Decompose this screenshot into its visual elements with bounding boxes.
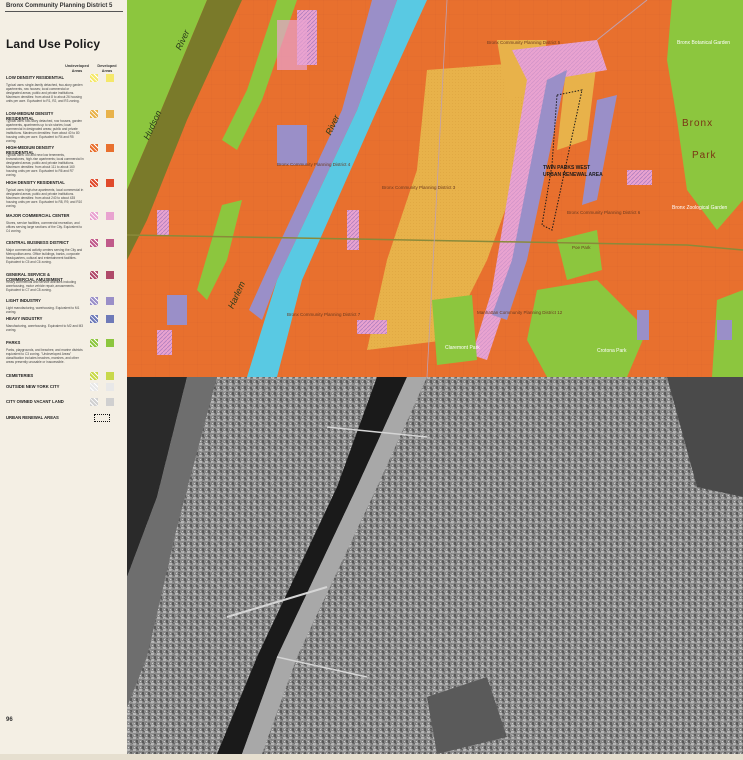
aerial-svg bbox=[127, 377, 743, 754]
legend-swatch-developed bbox=[106, 315, 114, 323]
legend-title: Land Use Policy bbox=[6, 37, 101, 51]
page-number: 96 bbox=[6, 717, 13, 723]
label-crotona: Crotona Park bbox=[597, 348, 627, 354]
legend-swatch-developed bbox=[106, 383, 114, 391]
label-poe-park: Poe Park bbox=[572, 245, 591, 250]
legend-item-desc: Typical uses: single-family detached, tw… bbox=[6, 83, 83, 103]
legend-swatch-urban-renewal bbox=[94, 414, 110, 422]
legend-swatch-undeveloped bbox=[90, 398, 98, 406]
district-heading: Bronx Community Planning District 5 bbox=[6, 3, 113, 9]
label-zoological: Bronx Zoological Garden bbox=[672, 205, 728, 211]
legend-swatch-developed bbox=[106, 212, 114, 220]
label-twin-parks: TWIN PARKS WEST bbox=[543, 165, 591, 171]
legend-swatch-developed bbox=[106, 110, 114, 118]
legend-swatch-undeveloped bbox=[90, 297, 98, 305]
heading-rule bbox=[5, 11, 123, 12]
label-district-b: Bronx Community Planning District 7 bbox=[287, 312, 361, 317]
legend-item-name: PARKS bbox=[6, 340, 21, 345]
label-district-a: Bronx Community Planning District 5 bbox=[487, 40, 561, 45]
col-head-undeveloped: Undeveloped Areas bbox=[65, 64, 89, 73]
legend-swatch-undeveloped bbox=[90, 315, 98, 323]
legend-item-desc: Parks, playgrounds, and beaches; and mar… bbox=[6, 348, 83, 364]
legend-swatch-undeveloped bbox=[90, 74, 98, 82]
label-district-e: Bronx Community Planning District 3 bbox=[382, 185, 456, 190]
page-bottom-edge bbox=[0, 754, 743, 760]
legend-item-desc: Manufacturing, warehousing. Equivalent t… bbox=[6, 324, 84, 332]
legend-swatch-developed bbox=[106, 271, 114, 279]
legend-swatch-undeveloped bbox=[90, 372, 98, 380]
legend-item-name: CENTRAL BUSINESS DISTRICT bbox=[6, 240, 69, 245]
label-district-c: Bronx Community Planning District 4 bbox=[277, 162, 351, 167]
label-district-d: Bronx Community Planning District 6 bbox=[567, 210, 641, 215]
label-park-big: Park bbox=[692, 150, 717, 161]
col-head-developed: Developed Areas bbox=[97, 64, 117, 73]
legend-swatch-undeveloped bbox=[90, 179, 98, 187]
legend-item-desc: Heavy commercial and service activities … bbox=[6, 280, 76, 292]
legend-swatch-undeveloped bbox=[90, 271, 98, 279]
legend-item-name: LOW DENSITY RESIDENTIAL bbox=[6, 75, 65, 80]
legend-item-name: LIGHT INDUSTRY bbox=[6, 298, 41, 303]
legend-swatch-undeveloped bbox=[90, 212, 98, 220]
legend-swatch-developed bbox=[106, 179, 114, 187]
claremont-park bbox=[432, 295, 477, 365]
legend-swatch-undeveloped bbox=[90, 383, 98, 391]
legend-swatch-undeveloped bbox=[90, 239, 98, 247]
legend-swatch-undeveloped bbox=[90, 339, 98, 347]
legend-item-name: HEAVY INDUSTRY bbox=[6, 316, 43, 321]
legend-item-name: MAJOR COMMERCIAL CENTER bbox=[6, 213, 70, 218]
legend-item-name: OUTSIDE NEW YORK CITY bbox=[6, 384, 60, 389]
legend-item-name: URBAN RENEWAL AREAS bbox=[6, 415, 59, 420]
legend-item-name: CITY OWNED VACANT LAND bbox=[6, 399, 64, 404]
legend-swatch-undeveloped bbox=[90, 144, 98, 152]
atlas-page: Bronx Community Planning District 5 Land… bbox=[0, 0, 743, 760]
label-botanical: Bronx Botanical Garden bbox=[677, 40, 731, 46]
label-claremont: Claremont Park bbox=[445, 345, 480, 351]
legend-swatch-developed bbox=[106, 297, 114, 305]
legend-swatch-developed bbox=[106, 144, 114, 152]
land-use-map: River Hudson Harlem River Bronx Park Bro… bbox=[127, 0, 743, 377]
legend-swatch-developed bbox=[106, 398, 114, 406]
legend-item-desc: Typical uses: two-story detached, row ho… bbox=[6, 119, 83, 143]
legend-item-desc: Light manufacturing, warehousing. Equiva… bbox=[6, 306, 80, 314]
legend-swatch-developed bbox=[106, 239, 114, 247]
aerial-photograph bbox=[127, 377, 743, 754]
legend-item-name: HIGH DENSITY RESIDENTIAL bbox=[6, 180, 65, 185]
legend-swatch-undeveloped bbox=[90, 110, 98, 118]
legend-item-name: CEMETERIES bbox=[6, 373, 34, 378]
legend-item-desc: Typical uses: high-rise apartments, loca… bbox=[6, 188, 84, 208]
label-urban-renewal: URBAN RENEWAL AREA bbox=[543, 172, 603, 178]
legend-item-desc: Typical uses: old and new low tenements,… bbox=[6, 153, 84, 177]
legend-item-desc: Major commercial activity centers servin… bbox=[6, 248, 83, 264]
legend-swatch-developed bbox=[106, 339, 114, 347]
legend-swatch-developed bbox=[106, 74, 114, 82]
label-bronx-big: Bronx bbox=[682, 118, 714, 129]
legend-panel: Bronx Community Planning District 5 Land… bbox=[0, 0, 128, 760]
legend-item-desc: Stores, service facilities, commercial r… bbox=[6, 221, 83, 233]
label-district-f: Manhattan Community Planning District 12 bbox=[477, 310, 563, 315]
legend-swatch-developed bbox=[106, 372, 114, 380]
